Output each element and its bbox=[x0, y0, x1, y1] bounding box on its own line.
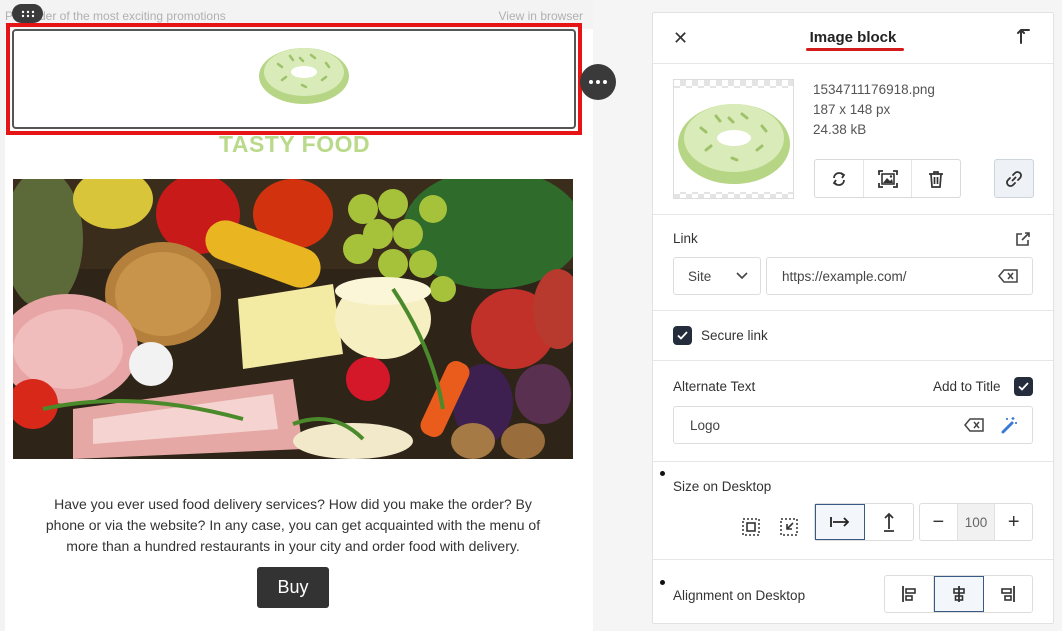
fit-height-button[interactable] bbox=[865, 504, 913, 540]
alt-text-section: Alternate Text Add to Title Logo bbox=[653, 360, 1053, 461]
trash-icon bbox=[929, 170, 944, 188]
link-label: Link bbox=[673, 231, 698, 246]
image-tools bbox=[814, 159, 961, 198]
file-dimensions: 187 x 148 px bbox=[813, 102, 891, 117]
alignment-group bbox=[884, 575, 1033, 613]
structure-handle-icon[interactable] bbox=[12, 4, 43, 23]
size-section: Size on Desktop − 100 + bbox=[653, 461, 1053, 559]
panel-title: Image block bbox=[809, 29, 897, 46]
alignment-section: Alignment on Desktop bbox=[653, 559, 1053, 623]
align-left-icon bbox=[902, 586, 916, 602]
replace-image-button[interactable] bbox=[815, 160, 864, 197]
secure-link-checkbox[interactable] bbox=[673, 326, 692, 345]
crop-image-button[interactable] bbox=[864, 160, 913, 197]
replace-icon bbox=[832, 171, 846, 186]
external-link-icon[interactable] bbox=[1015, 231, 1031, 247]
delete-image-button[interactable] bbox=[912, 160, 960, 197]
link-url-input[interactable]: https://example.com/ bbox=[766, 257, 1033, 295]
body-paragraph: Have you ever used food delivery service… bbox=[45, 496, 541, 554]
chevron-down-icon bbox=[736, 272, 748, 280]
view-in-browser-link[interactable]: View in browser bbox=[499, 9, 583, 23]
more-options-button[interactable] bbox=[580, 64, 616, 100]
size-label: Size on Desktop bbox=[673, 479, 772, 494]
link-icon bbox=[1006, 170, 1022, 187]
link-type-value: Site bbox=[688, 268, 712, 284]
upload-arrow-icon[interactable] bbox=[1017, 27, 1031, 45]
check-icon bbox=[1018, 382, 1029, 391]
check-icon bbox=[677, 331, 688, 340]
link-section: Link Site https://example.com/ bbox=[653, 214, 1053, 310]
image-block-frame bbox=[12, 29, 576, 129]
fit-width-button[interactable] bbox=[815, 504, 865, 540]
fit-height-icon bbox=[884, 512, 894, 532]
shrink-icon[interactable] bbox=[741, 517, 761, 537]
align-center-button[interactable] bbox=[934, 576, 984, 612]
selected-image-block[interactable] bbox=[6, 23, 582, 135]
alt-text-label: Alternate Text bbox=[673, 379, 756, 394]
bullet-dot bbox=[660, 471, 665, 476]
alt-text-value: Logo bbox=[690, 417, 721, 433]
link-toggle-button[interactable] bbox=[994, 159, 1034, 198]
file-size: 24.38 kB bbox=[813, 122, 867, 137]
bullet-dot bbox=[660, 580, 665, 585]
panel-header: ✕ Image block bbox=[653, 13, 1053, 64]
panel-title-underline bbox=[806, 48, 904, 51]
link-url-placeholder: https://example.com/ bbox=[782, 268, 907, 284]
expand-icon[interactable] bbox=[779, 517, 799, 537]
align-center-icon bbox=[953, 586, 965, 602]
align-right-icon bbox=[1001, 586, 1015, 602]
email-canvas: P… order of the most exciting promotions… bbox=[0, 0, 616, 631]
fit-width-icon bbox=[830, 517, 850, 527]
link-type-select[interactable]: Site bbox=[673, 257, 761, 295]
size-decrease-button[interactable]: − bbox=[920, 504, 958, 540]
align-right-button[interactable] bbox=[984, 576, 1032, 612]
add-to-title-label: Add to Title bbox=[933, 379, 1001, 394]
logo-title: TASTY FOOD bbox=[219, 131, 371, 157]
size-stepper: − 100 + bbox=[919, 503, 1033, 541]
file-name: 1534711176918.png bbox=[813, 82, 935, 97]
align-left-button[interactable] bbox=[885, 576, 934, 612]
image-thumbnail bbox=[673, 79, 794, 199]
secure-link-label: Secure link bbox=[701, 328, 768, 343]
size-increase-button[interactable]: + bbox=[995, 504, 1032, 540]
clear-icon[interactable] bbox=[998, 269, 1018, 283]
donut-logo-image bbox=[259, 48, 349, 104]
buy-button[interactable]: Buy bbox=[257, 567, 329, 608]
alt-text-input[interactable]: Logo bbox=[673, 406, 1033, 444]
magic-wand-icon[interactable] bbox=[1000, 416, 1018, 434]
clear-icon[interactable] bbox=[964, 418, 984, 432]
alignment-label: Alignment on Desktop bbox=[673, 588, 806, 603]
crop-icon bbox=[877, 169, 898, 188]
food-hero-image bbox=[13, 179, 573, 459]
image-settings-panel: ✕ Image block 1534711176918.png 187 x 14… bbox=[652, 12, 1054, 624]
fit-mode-group bbox=[814, 503, 914, 541]
file-info: 1534711176918.png 187 x 148 px 24.38 kB bbox=[813, 80, 935, 140]
secure-link-section: Secure link bbox=[653, 310, 1053, 360]
size-value-input[interactable]: 100 bbox=[957, 504, 996, 540]
add-to-title-checkbox[interactable] bbox=[1014, 377, 1033, 396]
